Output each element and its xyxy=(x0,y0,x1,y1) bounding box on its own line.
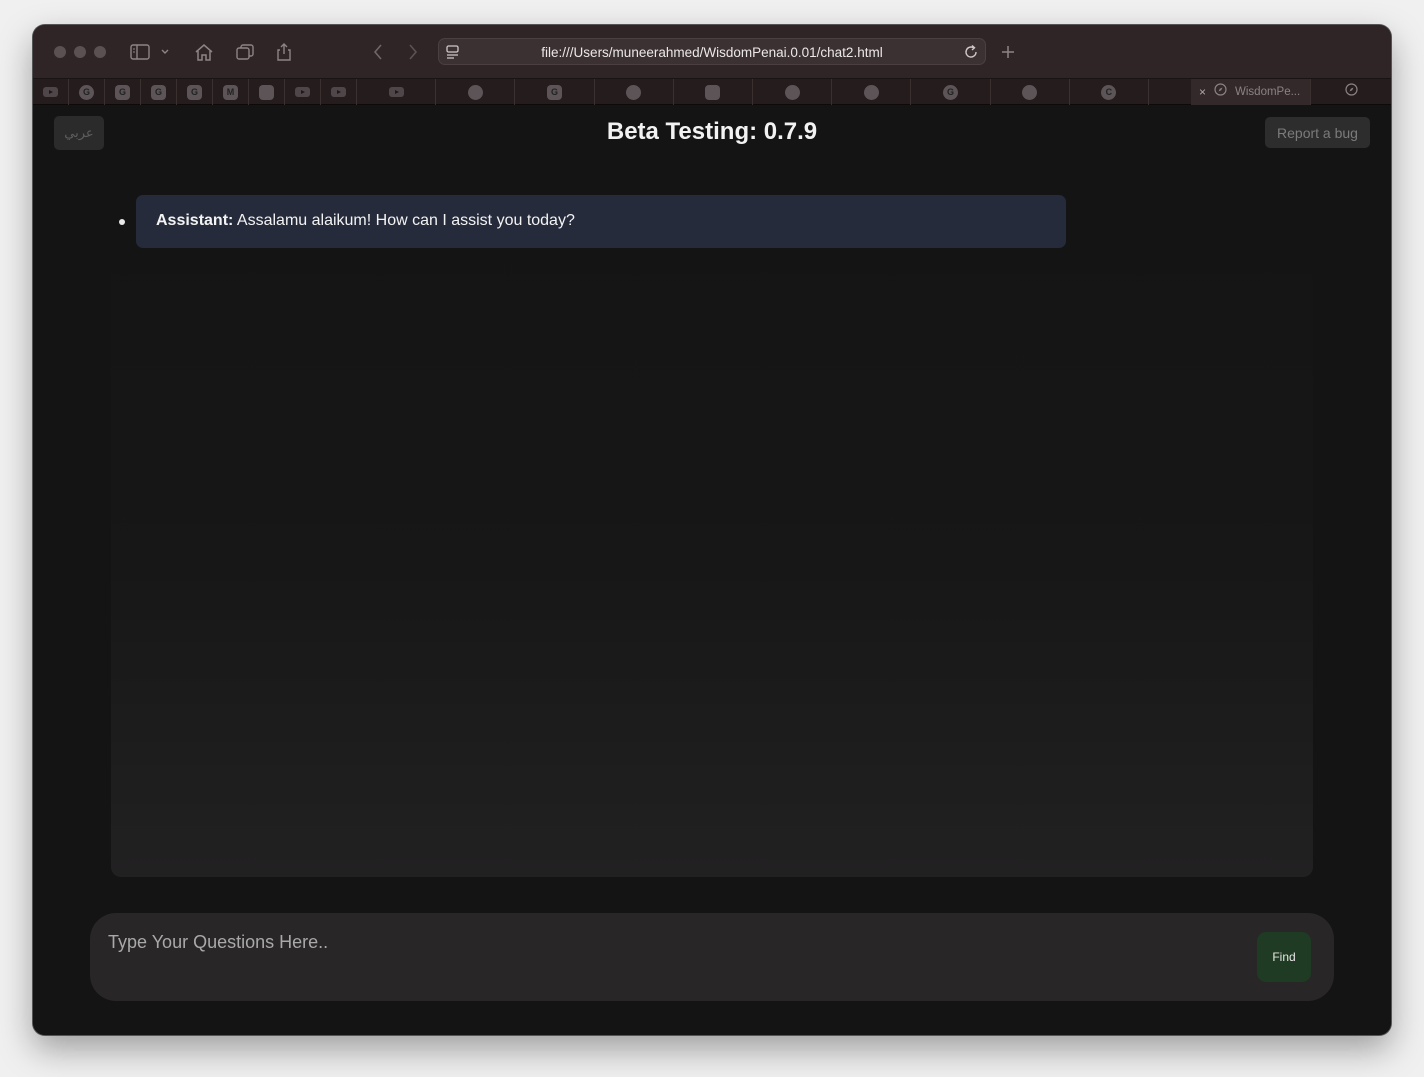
google-icon: G xyxy=(187,84,202,100)
tab-wisdompenai[interactable]: × WisdomPe... xyxy=(1191,79,1311,105)
tab-safari-extra[interactable] xyxy=(1311,79,1391,105)
close-window-button[interactable] xyxy=(54,46,66,58)
background-tab[interactable]: C xyxy=(1070,79,1149,105)
maximize-window-button[interactable] xyxy=(94,46,106,58)
background-tab[interactable] xyxy=(321,79,357,105)
openai-icon xyxy=(1022,84,1038,100)
reload-icon[interactable] xyxy=(963,44,979,65)
background-tab[interactable] xyxy=(357,79,437,105)
background-tab[interactable] xyxy=(595,79,674,105)
youtube-icon xyxy=(295,87,310,97)
page-content: عربي Beta Testing: 0.7.9 Report a bug As… xyxy=(33,105,1391,1035)
grammarly-icon: G xyxy=(79,84,94,100)
page-title: Beta Testing: 0.7.9 xyxy=(606,118,818,145)
browser-window: file:///Users/muneerahmed/WisdomPenai.0.… xyxy=(33,25,1391,1035)
tab-bar: G G G G M G G C × WisdomPe... xyxy=(33,78,1391,105)
grammarly-icon: G xyxy=(942,84,958,100)
chat-panel: Assistant: Assalamu alaikum! How can I a… xyxy=(111,195,1313,877)
chevron-down-icon[interactable] xyxy=(157,39,173,65)
google-icon: G xyxy=(115,84,130,100)
forward-icon[interactable] xyxy=(400,39,426,65)
assistant-message-bubble: Assistant: Assalamu alaikum! How can I a… xyxy=(136,195,1066,248)
openai-icon xyxy=(863,84,879,100)
background-tab[interactable] xyxy=(991,79,1070,105)
c-icon: C xyxy=(1101,84,1117,100)
compass-icon xyxy=(626,84,642,100)
share-icon[interactable] xyxy=(271,39,297,65)
sidebar-toggle-icon[interactable] xyxy=(127,39,153,65)
background-tab[interactable]: G xyxy=(177,79,213,105)
message-speaker: Assistant: xyxy=(156,212,234,229)
background-tab[interactable]: G xyxy=(105,79,141,105)
app-icon xyxy=(259,84,274,100)
background-tab[interactable] xyxy=(753,79,833,105)
address-url[interactable]: file:///Users/muneerahmed/WisdomPenai.0.… xyxy=(439,45,985,60)
google-icon: G xyxy=(546,84,562,100)
report-bug-button[interactable]: Report a bug xyxy=(1265,117,1370,148)
background-tab[interactable] xyxy=(249,79,285,105)
message-text: Assalamu alaikum! How can I assist you t… xyxy=(233,212,575,229)
tab-title: WisdomPe... xyxy=(1235,86,1301,98)
compass-icon xyxy=(1344,83,1358,101)
close-tab-icon[interactable]: × xyxy=(1199,85,1206,99)
tab-overview-icon[interactable] xyxy=(232,39,258,65)
find-button[interactable]: Find xyxy=(1257,932,1311,982)
background-tab[interactable]: M xyxy=(213,79,249,105)
youtube-icon xyxy=(331,87,346,97)
background-tab[interactable] xyxy=(832,79,912,105)
background-tab[interactable]: G xyxy=(141,79,177,105)
openai-icon xyxy=(784,84,800,100)
google-icon: G xyxy=(151,84,166,100)
x-icon xyxy=(705,84,721,100)
question-input[interactable] xyxy=(108,927,1238,957)
background-tab[interactable] xyxy=(674,79,753,105)
minimize-window-button[interactable] xyxy=(74,46,86,58)
address-bar[interactable]: file:///Users/muneerahmed/WisdomPenai.0.… xyxy=(438,38,986,65)
youtube-icon xyxy=(388,87,404,97)
new-tab-icon[interactable] xyxy=(995,39,1021,65)
background-tab[interactable]: G xyxy=(911,79,991,105)
compass-icon xyxy=(1214,83,1227,101)
back-icon[interactable] xyxy=(365,39,391,65)
browser-toolbar: file:///Users/muneerahmed/WisdomPenai.0.… xyxy=(33,25,1391,78)
background-tab[interactable] xyxy=(285,79,321,105)
chrome-icon xyxy=(467,84,483,100)
background-tab[interactable]: G xyxy=(69,79,105,105)
background-tab[interactable] xyxy=(436,79,516,105)
list-bullet xyxy=(119,219,125,225)
background-tab[interactable]: G xyxy=(515,79,595,105)
youtube-icon xyxy=(43,87,58,97)
composer: Find xyxy=(90,913,1334,1001)
background-tab[interactable] xyxy=(33,79,69,105)
gmail-icon: M xyxy=(223,84,238,100)
home-icon[interactable] xyxy=(191,39,217,65)
